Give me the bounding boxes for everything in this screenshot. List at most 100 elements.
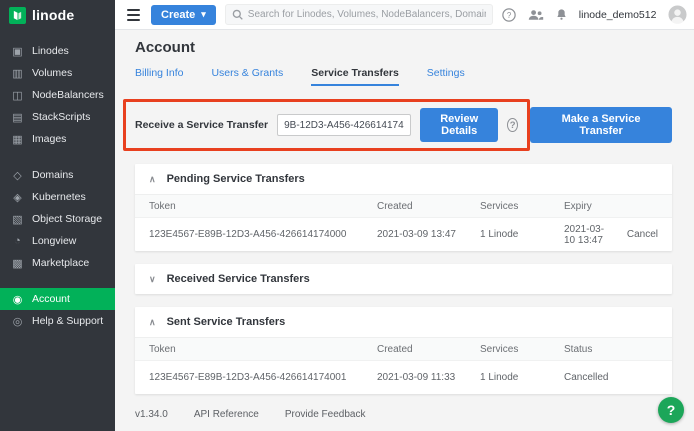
token-help-icon[interactable]: ?: [507, 118, 518, 132]
transfer-token-input[interactable]: [277, 114, 411, 136]
sidebar-nav: ▣ Linodes ▥ Volumes ◫ NodeBalancers ▤ St…: [0, 40, 115, 332]
pending-created: 2021-03-09 13:47: [377, 229, 480, 240]
page-footer: v1.34.0 API Reference Provide Feedback: [135, 409, 672, 428]
sidebar-group-divider: [0, 274, 115, 288]
object-storage-icon: ▧: [11, 213, 24, 226]
sidebar: linode ▣ Linodes ▥ Volumes ◫ NodeBalance…: [0, 0, 115, 431]
received-transfers-header[interactable]: ∨ Received Service Transfers: [135, 264, 672, 294]
stackscripts-icon: ▤: [11, 111, 24, 124]
sidebar-item-label: Marketplace: [32, 257, 89, 269]
column-created: Created: [377, 344, 480, 355]
column-services: Services: [480, 201, 564, 212]
longview-icon: ◔: [11, 235, 24, 247]
search-input[interactable]: [248, 9, 486, 20]
make-service-transfer-button[interactable]: Make a Service Transfer: [530, 107, 672, 143]
search-bar: [225, 4, 493, 25]
domains-icon: ◇: [11, 169, 24, 182]
sidebar-item-label: Domains: [32, 169, 73, 181]
column-token: Token: [149, 201, 377, 212]
user-avatar[interactable]: [668, 5, 687, 24]
sidebar-item-volumes[interactable]: ▥ Volumes: [0, 62, 115, 84]
version-link[interactable]: v1.34.0: [135, 409, 168, 420]
page-title: Account: [135, 39, 672, 56]
account-tabs: Billing Info Users & Grants Service Tran…: [135, 67, 672, 86]
sent-transfers-title: Sent Service Transfers: [167, 316, 286, 328]
sidebar-item-kubernetes[interactable]: ◈ Kubernetes: [0, 186, 115, 208]
sidebar-item-label: Object Storage: [32, 213, 102, 225]
sent-transfers-header[interactable]: ∧ Sent Service Transfers: [135, 307, 672, 337]
sent-table-row: 123E4567-E89B-12D3-A456-426614174001 202…: [135, 360, 672, 394]
sent-table-header: Token Created Services Status: [135, 337, 672, 360]
column-services: Services: [480, 344, 564, 355]
sidebar-item-object-storage[interactable]: ▧ Object Storage: [0, 208, 115, 230]
sidebar-item-linodes[interactable]: ▣ Linodes: [0, 40, 115, 62]
tab-settings[interactable]: Settings: [427, 67, 465, 86]
column-expiry: Expiry: [564, 201, 606, 212]
receive-transfer-label: Receive a Service Transfer: [135, 119, 268, 131]
help-support-icon: ◎: [11, 315, 24, 328]
column-token: Token: [149, 344, 377, 355]
svg-text:?: ?: [507, 10, 512, 19]
community-icon[interactable]: [528, 9, 544, 21]
cancel-transfer-link[interactable]: Cancel: [606, 229, 658, 240]
linode-cloud-manager: linode ▣ Linodes ▥ Volumes ◫ NodeBalance…: [0, 0, 694, 431]
review-details-button[interactable]: Review Details: [420, 108, 498, 142]
sent-services: 1 Linode: [480, 372, 564, 383]
sidebar-item-longview[interactable]: ◔ Longview: [0, 230, 115, 252]
pending-transfers-title: Pending Service Transfers: [167, 173, 305, 185]
pending-transfers-panel: ∧ Pending Service Transfers Token Create…: [135, 164, 672, 251]
help-icon[interactable]: ?: [502, 8, 516, 22]
pending-token-link[interactable]: 123E4567-E89B-12D3-A456-426614174000: [149, 229, 377, 240]
linodes-icon: ▣: [11, 45, 24, 58]
images-icon: ▦: [11, 133, 24, 146]
topbar: Create ▾ ? linode_demo512: [115, 0, 694, 30]
sidebar-item-label: Longview: [32, 235, 76, 247]
sidebar-item-account[interactable]: ◉ Account: [0, 288, 115, 310]
received-transfers-title: Received Service Transfers: [167, 273, 310, 285]
pending-services: 1 Linode: [480, 229, 564, 240]
sidebar-item-label: Account: [32, 293, 70, 305]
main-content: Account Billing Info Users & Grants Serv…: [115, 30, 694, 431]
sidebar-group-divider: [0, 150, 115, 164]
linode-logo-icon: [9, 7, 26, 24]
tab-billing-info[interactable]: Billing Info: [135, 67, 183, 86]
api-reference-link[interactable]: API Reference: [194, 409, 259, 420]
pending-transfers-header[interactable]: ∧ Pending Service Transfers: [135, 164, 672, 194]
help-chat-button[interactable]: ?: [658, 397, 684, 423]
sidebar-item-label: StackScripts: [32, 111, 90, 123]
sidebar-item-label: Linodes: [32, 45, 69, 57]
chevron-up-icon: ∧: [149, 174, 156, 185]
sidebar-item-label: Kubernetes: [32, 191, 86, 203]
tab-service-transfers[interactable]: Service Transfers: [311, 67, 399, 86]
sidebar-item-marketplace[interactable]: ▩ Marketplace: [0, 252, 115, 274]
sidebar-item-label: Images: [32, 133, 66, 145]
sent-status: Cancelled: [564, 372, 658, 383]
topbar-icons: ? linode_demo512: [502, 5, 688, 24]
username[interactable]: linode_demo512: [579, 9, 657, 21]
linode-logo-text: linode: [32, 7, 74, 23]
sent-token-link[interactable]: 123E4567-E89B-12D3-A456-426614174001: [149, 372, 377, 383]
kubernetes-icon: ◈: [11, 191, 24, 204]
notifications-bell-icon[interactable]: [556, 8, 567, 21]
sidebar-item-domains[interactable]: ◇ Domains: [0, 164, 115, 186]
linode-logo[interactable]: linode: [0, 0, 115, 30]
volumes-icon: ▥: [11, 67, 24, 80]
sidebar-item-images[interactable]: ▦ Images: [0, 128, 115, 150]
hamburger-menu-icon[interactable]: [125, 6, 142, 24]
sidebar-item-help-support[interactable]: ◎ Help & Support: [0, 310, 115, 332]
chevron-up-icon: ∧: [149, 317, 156, 328]
pending-table-row: 123E4567-E89B-12D3-A456-426614174000 202…: [135, 217, 672, 251]
search-icon: [232, 9, 243, 20]
column-status: Status: [564, 344, 658, 355]
tab-users-grants[interactable]: Users & Grants: [211, 67, 283, 86]
pending-expiry: 2021-03-10 13:47: [564, 224, 606, 246]
chevron-down-icon: ∨: [149, 274, 156, 285]
sent-transfers-panel: ∧ Sent Service Transfers Token Created S…: [135, 307, 672, 394]
caret-down-icon: ▾: [201, 9, 206, 20]
sidebar-item-stackscripts[interactable]: ▤ StackScripts: [0, 106, 115, 128]
received-transfers-panel: ∨ Received Service Transfers: [135, 264, 672, 294]
sidebar-item-nodebalancers[interactable]: ◫ NodeBalancers: [0, 84, 115, 106]
create-button[interactable]: Create ▾: [151, 5, 216, 25]
annotation-highlight-box: Receive a Service Transfer Review Detail…: [123, 99, 530, 151]
provide-feedback-link[interactable]: Provide Feedback: [285, 409, 366, 420]
